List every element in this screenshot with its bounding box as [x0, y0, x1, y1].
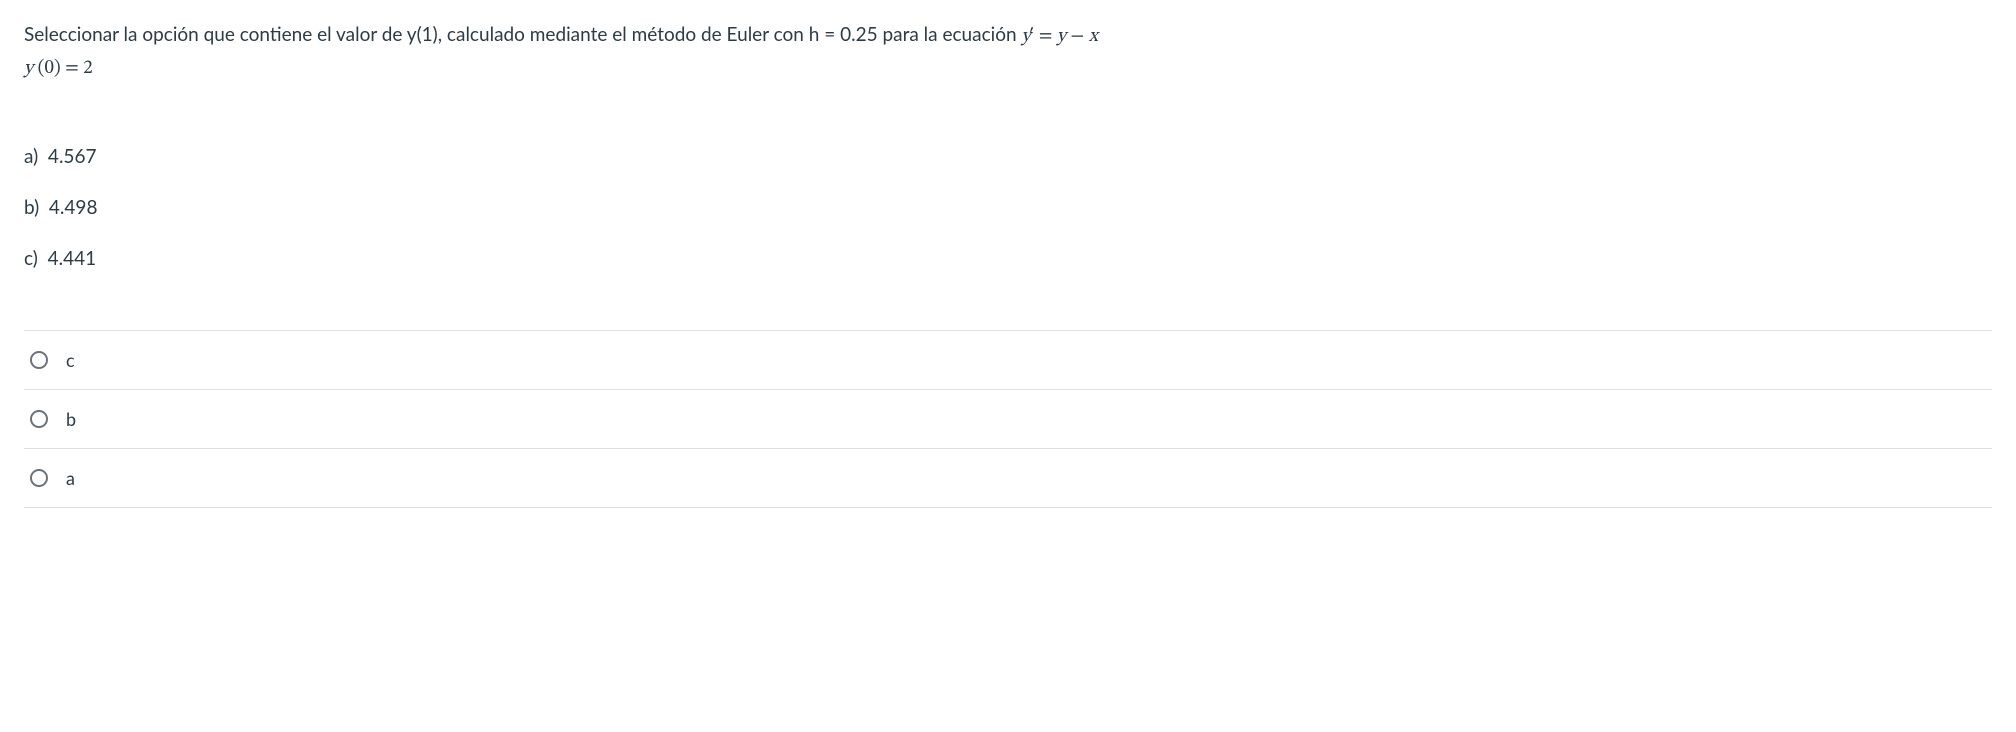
- answer-label: c: [66, 349, 75, 371]
- answer-choice-a[interactable]: a: [24, 448, 1992, 508]
- radio-icon: [30, 351, 48, 369]
- question-intro: Seleccionar la opción que contiene el va…: [24, 23, 1021, 46]
- equation-initial-condition: y (0) = 2: [24, 59, 93, 78]
- answers-list: c b a: [24, 330, 1992, 508]
- option-value: 4.567: [48, 145, 97, 168]
- option-b: b) 4.498: [24, 196, 1992, 219]
- option-value: 4.441: [48, 247, 97, 270]
- answer-label: a: [66, 467, 75, 489]
- option-c: c) 4.441: [24, 247, 1992, 270]
- option-a: a) 4.567: [24, 145, 1992, 168]
- answer-choice-c[interactable]: c: [24, 330, 1992, 389]
- option-letter: c): [24, 247, 38, 270]
- option-letter: a): [24, 145, 38, 168]
- answer-label: b: [66, 408, 76, 430]
- option-letter: b): [24, 196, 39, 219]
- options-block: a) 4.567 b) 4.498 c) 4.441: [24, 145, 1992, 270]
- equation-ode: y′ = y − x: [1021, 27, 1097, 46]
- radio-icon: [30, 410, 48, 428]
- question-text: Seleccionar la opción que contiene el va…: [24, 20, 1992, 85]
- answer-choice-b[interactable]: b: [24, 389, 1992, 448]
- radio-icon: [30, 469, 48, 487]
- option-value: 4.498: [49, 196, 98, 219]
